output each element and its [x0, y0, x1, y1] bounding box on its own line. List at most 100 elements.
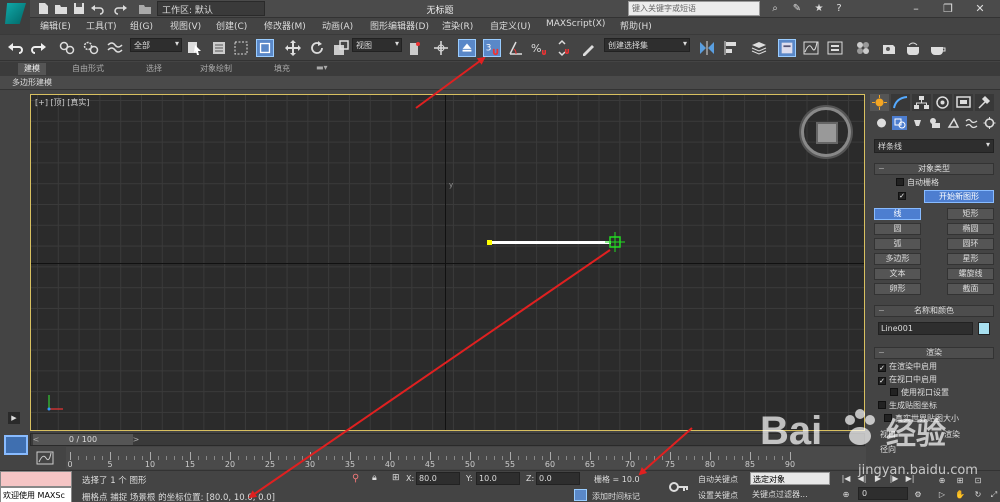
track-bar[interactable]: 0 5 10 15 20 25 30 35 40 45 50 55 60 65 70 75 80 85 90	[66, 447, 866, 469]
menu-rendering[interactable]: 渲染(R)	[442, 19, 473, 32]
keyboard-shortcut-override-icon[interactable]	[458, 39, 476, 57]
viewcube-face[interactable]	[816, 122, 838, 144]
set-key-button[interactable]: 设置关键点	[698, 490, 738, 501]
layer-explorer-icon[interactable]	[778, 39, 796, 57]
menu-edit[interactable]: 编辑(E)	[40, 19, 71, 32]
maxscript-listener-input[interactable]	[0, 471, 72, 487]
geometry-icon[interactable]	[874, 116, 889, 130]
selection-lock-icon[interactable]: 🔒︎	[372, 473, 384, 485]
subscription-icon[interactable]: ✎	[790, 2, 804, 15]
redo-icon[interactable]	[30, 39, 48, 57]
select-and-move-icon[interactable]	[284, 39, 302, 57]
menu-animation[interactable]: 动画(A)	[322, 19, 353, 32]
auto-grid-checkbox[interactable]: 自动栅格	[896, 177, 939, 188]
menu-customize[interactable]: 自定义(U)	[490, 19, 531, 32]
menu-modifiers[interactable]: 修改器(M)	[264, 19, 306, 32]
minimize-icon[interactable]: –	[904, 1, 928, 16]
tab-freeform[interactable]: 自由形式	[72, 63, 104, 74]
render-production-icon[interactable]	[928, 39, 946, 57]
select-and-manipulate-icon[interactable]	[432, 39, 450, 57]
modify-tab-icon[interactable]	[891, 94, 910, 111]
edit-named-selections-icon[interactable]	[580, 39, 598, 57]
menu-create[interactable]: 创建(C)	[216, 19, 247, 32]
select-by-name-icon[interactable]	[210, 39, 228, 57]
render-setup-icon[interactable]	[880, 39, 898, 57]
time-slider[interactable]: 0 / 100 < >	[30, 433, 865, 446]
viewport-layout-tab-icon[interactable]: ▶	[8, 412, 20, 424]
tab-object-paint[interactable]: 对象绘制	[200, 63, 232, 74]
save-file-icon[interactable]	[72, 2, 86, 15]
favorites-icon[interactable]: ★	[812, 2, 826, 15]
time-prev-icon[interactable]: <	[31, 434, 41, 445]
enable-in-renderer-checkbox[interactable]: ✓ 在渲染中启用	[878, 361, 937, 372]
ribbon-options-icon[interactable]: ▬▾	[316, 63, 328, 72]
percent-snap-icon[interactable]: %	[530, 39, 548, 57]
mirror-icon[interactable]	[698, 39, 716, 57]
hierarchy-tab-icon[interactable]	[912, 94, 931, 111]
top-viewport[interactable]: [+] [顶] [真实] y	[30, 94, 865, 431]
redo-icon[interactable]	[114, 2, 128, 15]
project-folder-icon[interactable]	[138, 2, 152, 15]
tab-selection[interactable]: 选择	[146, 63, 162, 74]
binoculars-icon[interactable]: ⌕	[768, 2, 782, 15]
tab-modeling[interactable]: 建模	[18, 63, 46, 75]
cameras-icon[interactable]	[928, 116, 943, 130]
section-button[interactable]: 截面	[947, 283, 994, 295]
enable-in-viewport-box[interactable]: ✓	[878, 377, 886, 385]
absolute-mode-icon[interactable]: ⊞	[392, 473, 404, 485]
angle-snap-icon[interactable]	[507, 39, 525, 57]
time-tag-icon[interactable]	[574, 489, 587, 501]
unlink-selection-icon[interactable]	[82, 39, 100, 57]
line-button[interactable]: 线	[874, 208, 921, 220]
bind-to-space-warp-icon[interactable]	[106, 39, 124, 57]
menu-group[interactable]: 组(G)	[130, 19, 153, 32]
set-key-icon[interactable]	[668, 475, 690, 499]
lights-icon[interactable]	[910, 116, 925, 130]
space-warps-icon[interactable]	[964, 116, 979, 130]
time-slider-thumb[interactable]: 0 / 100	[33, 434, 133, 445]
menu-views[interactable]: 视图(V)	[170, 19, 201, 32]
menu-tools[interactable]: 工具(T)	[86, 19, 117, 32]
object-color-swatch[interactable]	[978, 322, 990, 335]
tab-populate[interactable]: 填充	[274, 63, 290, 74]
restore-icon[interactable]: ❐	[936, 1, 960, 16]
open-file-icon[interactable]	[54, 2, 68, 15]
ngon-button[interactable]: 多边形	[874, 253, 921, 265]
circle-button[interactable]: 圆	[874, 223, 921, 235]
star-button[interactable]: 星形	[947, 253, 994, 265]
object-type-rollout[interactable]: 对象类型	[874, 163, 994, 175]
reference-coordinate-dropdown[interactable]: 视图	[352, 38, 402, 52]
curve-editor-icon[interactable]	[802, 39, 820, 57]
object-name-input[interactable]: Line001	[878, 322, 973, 335]
z-coordinate-input[interactable]: 0.0	[536, 472, 580, 485]
material-editor-icon[interactable]	[854, 39, 872, 57]
rectangle-button[interactable]: 矩形	[947, 208, 994, 220]
utilities-tab-icon[interactable]	[975, 94, 994, 111]
name-and-color-rollout[interactable]: 名称和颜色	[874, 305, 994, 317]
window-crossing-icon[interactable]	[256, 39, 274, 57]
mini-curve-editor-icon[interactable]	[36, 450, 54, 466]
donut-button[interactable]: 圆环	[947, 238, 994, 250]
add-time-tag-button[interactable]: 添加时间标记	[592, 491, 640, 502]
workspace-dropdown[interactable]: 工作区: 默认	[157, 1, 265, 16]
viewcube-icon[interactable]	[801, 107, 851, 157]
select-and-scale-icon[interactable]	[332, 39, 350, 57]
y-coordinate-input[interactable]: 10.0	[476, 472, 520, 485]
enable-in-renderer-box[interactable]: ✓	[878, 364, 886, 372]
app-menu-logo[interactable]	[0, 0, 30, 34]
motion-tab-icon[interactable]	[933, 94, 952, 111]
egg-button[interactable]: 卵形	[874, 283, 921, 295]
snaps-toggle-button[interactable]: 3	[483, 39, 501, 57]
select-and-link-icon[interactable]	[58, 39, 76, 57]
start-new-shape-checkbox[interactable]: ✓	[898, 192, 906, 200]
menu-help[interactable]: 帮助(H)	[620, 19, 652, 32]
pivot-center-icon[interactable]	[406, 39, 424, 57]
maxscript-welcome-text[interactable]: 欢迎使用 MAXSc	[0, 487, 72, 502]
select-and-rotate-icon[interactable]	[308, 39, 326, 57]
rendered-frame-window-icon[interactable]	[904, 39, 922, 57]
x-coordinate-input[interactable]: 80.0	[416, 472, 460, 485]
systems-icon[interactable]	[982, 116, 997, 130]
polygon-modeling-label[interactable]: 多边形建模	[12, 77, 52, 88]
start-new-shape-button[interactable]: 开始新图形	[924, 190, 994, 203]
select-object-icon[interactable]	[186, 39, 204, 57]
